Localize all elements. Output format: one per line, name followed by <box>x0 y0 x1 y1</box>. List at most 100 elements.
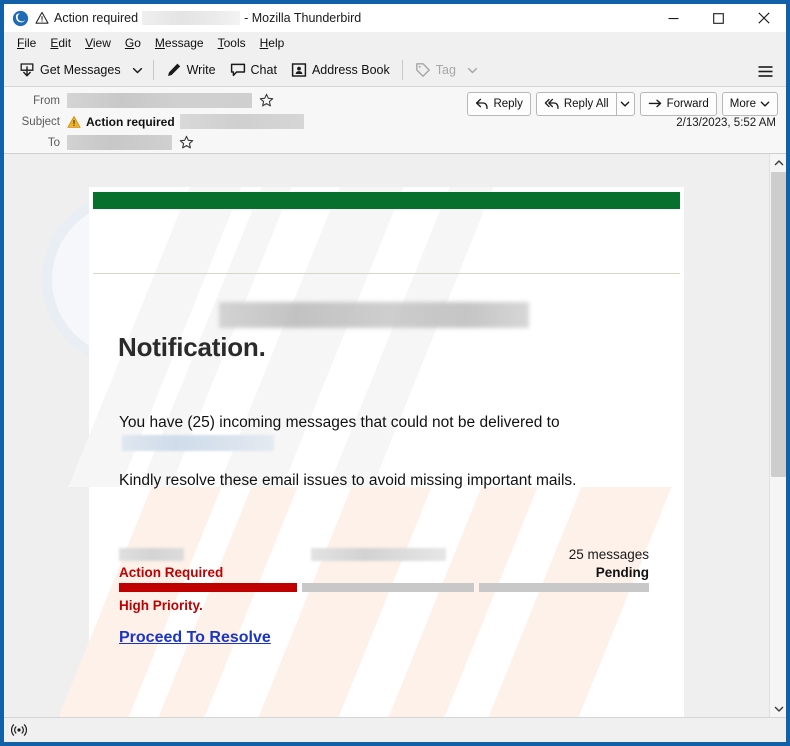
chevron-down-icon <box>774 706 783 712</box>
scrollbar-down-button[interactable] <box>770 700 786 717</box>
more-label: More <box>729 98 756 110</box>
chevron-up-icon <box>774 159 783 165</box>
email-html-body: Notification. You have (25) incoming mes… <box>46 187 684 717</box>
subject-label: Subject <box>21 115 60 128</box>
message-content-area: Notification. You have (25) incoming mes… <box>4 154 769 717</box>
chevron-down-icon <box>760 99 770 109</box>
maximize-button[interactable] <box>696 4 741 32</box>
get-messages-label: Get Messages <box>40 63 121 77</box>
status-action-required-label: Action Required <box>119 565 224 580</box>
email-heading: Notification. <box>118 332 266 362</box>
menu-accel-view: V <box>85 35 93 50</box>
status-message-count: 25 messages <box>568 547 649 562</box>
status-pending-label: Pending <box>595 565 649 580</box>
reply-label: Reply <box>493 98 523 110</box>
reply-all-group: Reply All <box>535 92 635 116</box>
message-date: 2/13/2023, 5:52 AM <box>676 117 776 129</box>
menu-rest-tools: ools <box>223 35 246 50</box>
action-required-bar <box>119 583 297 592</box>
get-messages-dropdown[interactable] <box>128 57 148 83</box>
status-mid-row: Action Required Pending <box>119 564 649 582</box>
message-actions: Reply Reply All Forward More <box>462 92 778 116</box>
menu-rest-file: ile <box>24 35 37 50</box>
star-outline-icon[interactable] <box>179 135 194 150</box>
star-outline-icon[interactable] <box>259 93 274 108</box>
hamburger-menu-icon <box>758 65 772 77</box>
tag-icon <box>415 62 431 78</box>
vertical-scrollbar[interactable] <box>769 154 786 717</box>
forward-arrow-icon <box>648 97 663 111</box>
email-paragraph-1: You have (25) incoming messages that cou… <box>119 412 619 454</box>
scrollbar-up-button[interactable] <box>770 154 786 171</box>
window-controls <box>651 4 786 32</box>
menu-rest-go: o <box>134 35 141 50</box>
from-redacted-address <box>67 93 252 108</box>
status-top-row: 25 messages <box>119 547 649 564</box>
scrollbar-thumb[interactable] <box>771 172 786 477</box>
tag-button[interactable]: Tag <box>408 57 463 83</box>
chevron-down-icon <box>468 67 478 73</box>
contact-card-icon <box>291 62 307 78</box>
from-label: From <box>33 94 60 107</box>
subject-redacted-part <box>179 114 304 129</box>
forward-button[interactable]: Forward <box>639 92 717 116</box>
more-button[interactable]: More <box>721 92 778 116</box>
menu-rest-view: iew <box>92 35 111 50</box>
close-button[interactable] <box>741 4 786 32</box>
chat-button[interactable]: Chat <box>223 57 284 83</box>
menu-accel-help: H <box>259 35 269 50</box>
main-toolbar: Get Messages Write Chat Address Book Tag <box>4 54 786 87</box>
tag-dropdown[interactable] <box>463 57 483 83</box>
reply-all-arrow-icon <box>544 97 560 111</box>
toolbar-separator-1 <box>152 60 154 80</box>
menu-item-go[interactable]: Go <box>118 32 148 54</box>
menu-item-help[interactable]: Help <box>253 32 292 54</box>
window-title-suffix: - Mozilla Thunderbird <box>244 11 362 25</box>
chat-label: Chat <box>250 63 277 77</box>
reply-all-dropdown[interactable] <box>615 92 635 116</box>
reply-all-label: Reply All <box>563 98 609 110</box>
menu-rest-edit: dit <box>58 35 72 50</box>
minimize-button[interactable] <box>651 4 696 32</box>
address-book-label: Address Book <box>311 63 390 77</box>
title-bar: Action required - Mozilla Thunderbird <box>4 4 786 32</box>
status-priority-label: High Priority. <box>119 598 203 613</box>
menu-item-view[interactable]: View <box>78 32 118 54</box>
window-inner: Action required - Mozilla Thunderbird Fi… <box>4 4 786 742</box>
proceed-to-resolve-link[interactable]: Proceed To Resolve <box>119 629 271 647</box>
menu-bar: File Edit View Go Message Tools Help <box>4 32 786 54</box>
connection-online-icon[interactable] <box>10 722 28 738</box>
email-paragraph-1-text: You have (25) incoming messages that cou… <box>119 414 560 431</box>
warning-triangle-icon <box>35 11 49 25</box>
address-book-button[interactable]: Address Book <box>284 57 397 83</box>
write-label: Write <box>186 63 216 77</box>
speech-bubble-icon <box>230 62 246 78</box>
warning-triangle-icon <box>67 115 81 129</box>
status-bar <box>4 717 786 742</box>
reply-button[interactable]: Reply <box>467 92 531 116</box>
third-bar <box>479 583 649 592</box>
second-bar <box>302 583 474 592</box>
forward-label: Forward <box>666 98 709 110</box>
reply-all-button[interactable]: Reply All <box>535 92 616 116</box>
message-header: From Subject Action required To Reply Re… <box>4 87 786 154</box>
email-accent-bar <box>93 192 680 209</box>
write-button[interactable]: Write <box>159 57 223 83</box>
toolbar-separator-2 <box>401 60 403 80</box>
message-body-pane: Notification. You have (25) incoming mes… <box>4 154 786 717</box>
app-menu-button[interactable] <box>752 58 778 84</box>
menu-item-tools[interactable]: Tools <box>211 32 253 54</box>
status-label-redacted-a <box>119 548 184 561</box>
get-messages-button[interactable]: Get Messages <box>12 57 128 83</box>
email-recipient-redacted <box>122 435 274 451</box>
email-status-block: 25 messages Action Required Pending High… <box>119 547 649 613</box>
menu-item-edit[interactable]: Edit <box>43 32 78 54</box>
to-row: To <box>4 132 786 153</box>
menu-item-file[interactable]: File <box>10 32 43 54</box>
chevron-down-icon <box>132 67 143 73</box>
email-paragraph-2: Kindly resolve these email issues to avo… <box>119 472 577 489</box>
email-divider-line <box>93 273 680 274</box>
chevron-down-icon <box>620 101 630 107</box>
window-title-redacted-sender <box>142 11 241 25</box>
menu-item-message[interactable]: Message <box>148 32 211 54</box>
